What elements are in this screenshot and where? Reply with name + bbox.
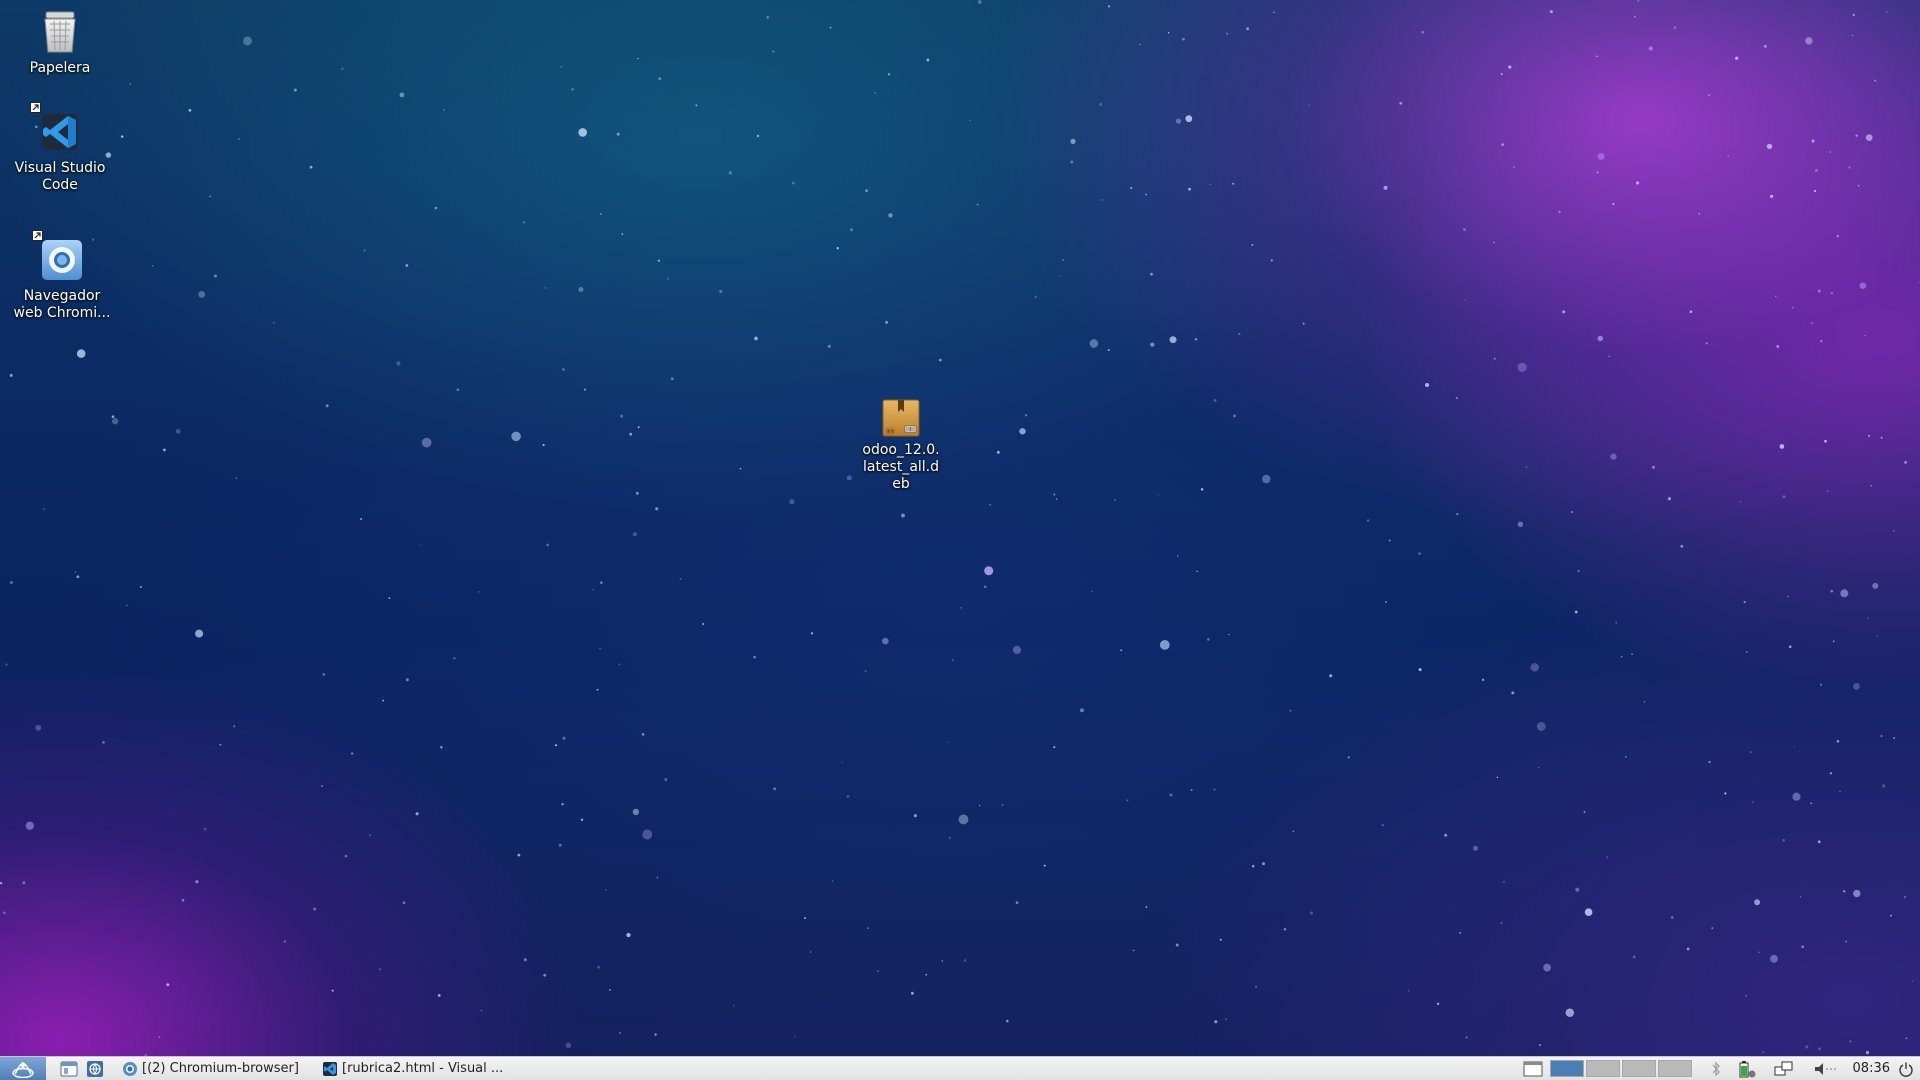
file-manager-icon [60,1061,78,1076]
chromium-icon [123,1061,137,1076]
shortcut-arrow-icon [30,102,41,113]
svg-text:↑↑: ↑↑ [886,429,894,435]
desktop-background[interactable]: Papelera Visual Studio Code Navegador we… [0,0,1920,1056]
clock[interactable]: 08:36 [1853,1057,1890,1080]
workspace-3[interactable] [1622,1060,1656,1077]
task-vscode[interactable]: [rubrica2.html - Visual ... [316,1057,509,1080]
trash-icon [36,8,84,56]
workspace-1[interactable] [1550,1060,1584,1077]
shortcut-arrow-icon [32,230,43,241]
task-chromium-browser[interactable]: [(2) Chromium-browser] [116,1057,305,1080]
volume-icon [1815,1062,1836,1075]
desktop-icon-odoo-deb[interactable]: ↑↑ odoo_12.0.latest_all.deb [846,398,956,493]
workspace-4[interactable] [1658,1060,1692,1077]
desktop-icon-chromium[interactable]: Navegador web Chromi... [7,230,117,322]
battery-icon [1739,1060,1756,1077]
package-icon: ↑↑ [881,398,921,438]
vscode-icon [323,1061,337,1076]
power-button[interactable] [1896,1057,1916,1080]
network-tray[interactable] [1772,1057,1796,1080]
starfield-decoration [0,0,1920,1056]
web-browser-icon [87,1060,103,1077]
bluetooth-tray[interactable] [1708,1057,1724,1080]
chromium-icon [32,230,86,284]
window-icon [1523,1061,1543,1076]
desktop-icon-label: Visual Studio Code [14,160,106,193]
desktop-icon-vscode[interactable]: Visual Studio Code [5,102,115,194]
taskbar: [(2) Chromium-browser] [rubrica2.html - … [0,1056,1920,1080]
vscode-icon [30,102,84,156]
task-label: [(2) Chromium-browser] [142,1061,299,1076]
bluetooth-icon [1712,1061,1720,1076]
desktop-icon-label: Papelera [29,60,91,76]
start-menu-icon [12,1061,34,1078]
desktop-icon-label: odoo_12.0.latest_all.deb [862,442,940,492]
task-label: [rubrica2.html - Visual ... [342,1061,504,1076]
power-icon [1899,1062,1913,1077]
workspace-2[interactable] [1586,1060,1620,1077]
volume-tray[interactable] [1812,1057,1838,1080]
quicklaunch-file-manager[interactable] [58,1057,80,1080]
start-menu-button[interactable] [0,1057,46,1080]
quicklaunch-web-browser[interactable] [84,1057,106,1080]
desktop-icon-trash[interactable]: Papelera [5,8,115,77]
battery-tray[interactable] [1736,1057,1758,1080]
network-icon [1774,1061,1793,1075]
show-desktop-button[interactable] [1522,1057,1544,1080]
desktop-icon-label: Navegador web Chromi... [13,288,111,321]
